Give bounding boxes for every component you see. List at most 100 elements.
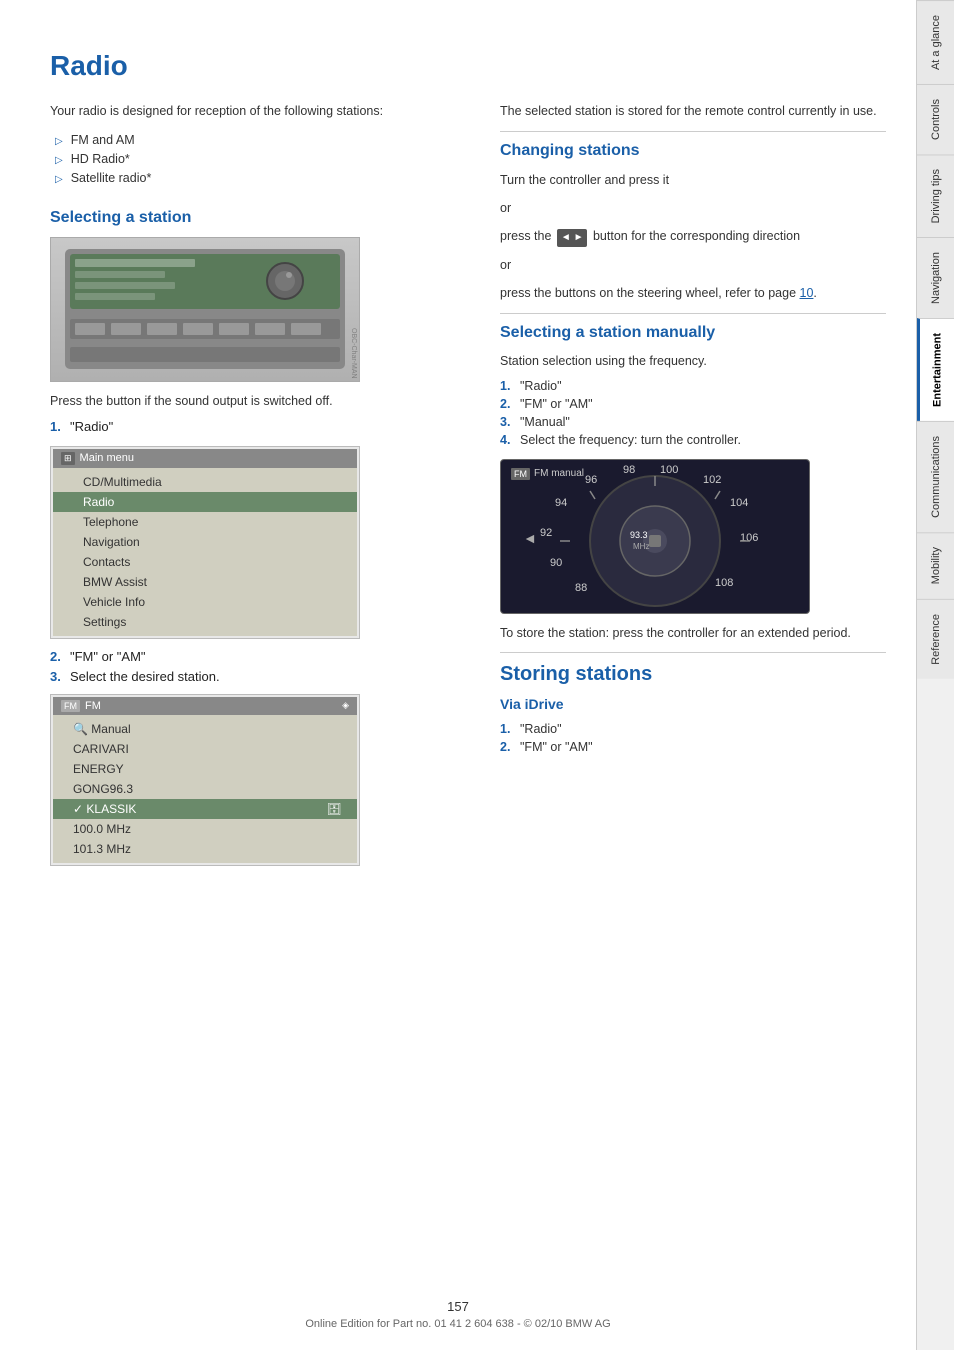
radio-device-image: OBC-Char-MAN [50, 237, 360, 382]
left-column: Your radio is designed for reception of … [50, 102, 470, 876]
fm-item: CARIVARI [53, 739, 357, 759]
svg-text:104: 104 [730, 497, 748, 509]
fm-dial-svg: 88 90 92 94 96 98 100 102 [505, 461, 805, 611]
radio-image-inner [51, 238, 359, 381]
page-wrapper: Radio Your radio is designed for recepti… [0, 0, 954, 1350]
svg-text:◄: ◄ [523, 530, 537, 546]
sidebar-item-navigation[interactable]: Navigation [917, 237, 954, 318]
menu-items-container: CD/Multimedia Radio Telephone Navigation… [53, 468, 357, 636]
fm-items-container: 🔍 Manual CARIVARI ENERGY GONG96.3 ✓ KLA [53, 715, 357, 863]
storing-stations-heading: Storing stations [500, 663, 886, 686]
steps-2-3: 2. "FM" or "AM" 3. Select the desired st… [50, 649, 470, 684]
storing-step-2: 2. "FM" or "AM" [500, 740, 886, 754]
stored-station-text: The selected station is stored for the r… [500, 102, 886, 121]
store-icon: 🗄 [327, 802, 342, 816]
page-title: Radio [50, 50, 886, 82]
menu-icon: ⊞ [61, 452, 75, 465]
footer-text: Online Edition for Part no. 01 41 2 604 … [305, 1318, 610, 1330]
scroll-icon: ◈ [342, 700, 349, 711]
sidebar-item-driving-tips[interactable]: Driving tips [917, 154, 954, 237]
sidebar: At a glance Controls Driving tips Naviga… [916, 0, 954, 1350]
change-line2: press the ◄ ► button for the correspondi… [500, 226, 886, 247]
step2-item: 2. "FM" or "AM" [50, 649, 470, 664]
fm-manual-icon: FM [511, 468, 530, 480]
sidebar-item-communications[interactable]: Communications [917, 421, 954, 532]
change-or2: or [500, 255, 886, 275]
sidebar-item-reference[interactable]: Reference [917, 599, 954, 679]
svg-text:98: 98 [623, 464, 635, 476]
fm-icon: FM [61, 700, 80, 712]
menu-item: Vehicle Info [53, 592, 357, 612]
divider2 [500, 313, 886, 314]
store-station-text: To store the station: press the controll… [500, 624, 886, 643]
sidebar-item-controls[interactable]: Controls [917, 84, 954, 154]
changing-stations-heading: Changing stations [500, 142, 886, 160]
change-line3: press the buttons on the steering wheel,… [500, 283, 886, 303]
fm-item-highlighted: ✓ KLASSIK 🗄 [53, 799, 357, 819]
menu-item: Telephone [53, 512, 357, 532]
fm-item: 🔍 Manual [53, 719, 357, 739]
svg-text:96: 96 [585, 474, 597, 486]
fm-manual-image: FM FM manual 88 [500, 459, 810, 614]
selecting-station-heading: Selecting a station [50, 209, 470, 227]
page-number: 157 [305, 1299, 610, 1314]
right-column: The selected station is stored for the r… [500, 102, 886, 876]
manual-intro: Station selection using the frequency. [500, 352, 886, 371]
change-or1: or [500, 198, 886, 218]
fm-title-bar: FM FM ◈ [53, 697, 357, 715]
intro-text: Your radio is designed for reception of … [50, 102, 470, 121]
sidebar-item-at-a-glance[interactable]: At a glance [917, 0, 954, 84]
manual-step-2: 2. "FM" or "AM" [500, 397, 886, 411]
fm-item: GONG96.3 [53, 779, 357, 799]
fm-item: 100.0 MHz [53, 819, 357, 839]
menu-title-bar: ⊞ Main menu [53, 449, 357, 468]
page-footer: 157 Online Edition for Part no. 01 41 2 … [305, 1299, 610, 1330]
bullet-list: ▷ FM and AM ▷ HD Radio* ▷ Satellite radi… [50, 133, 470, 185]
menu-item: BMW Assist [53, 572, 357, 592]
svg-text:93.3: 93.3 [630, 530, 648, 540]
manual-step-4: 4. Select the frequency: turn the contro… [500, 433, 886, 447]
direction-button: ◄ ► [557, 229, 588, 247]
via-idrive-heading: Via iDrive [500, 696, 886, 712]
svg-text:MHz: MHz [633, 542, 649, 551]
menu-item: Navigation [53, 532, 357, 552]
press-button-text: Press the button if the sound output is … [50, 392, 470, 411]
manual-step-3: 3. "Manual" [500, 415, 886, 429]
list-item: ▷ HD Radio* [55, 152, 470, 166]
arrow-icon: ▷ [55, 155, 63, 166]
selecting-manually-heading: Selecting a station manually [500, 324, 886, 342]
step3-item: 3. Select the desired station. [50, 669, 470, 684]
change-line1: Turn the controller and press it [500, 170, 886, 190]
svg-text:94: 94 [555, 497, 567, 509]
svg-text:106: 106 [740, 532, 758, 544]
fm-manual-title: FM FM manual [511, 468, 584, 480]
svg-text:102: 102 [703, 474, 721, 486]
radio-svg [55, 239, 355, 379]
manual-steps-list: 1. "Radio" 2. "FM" or "AM" 3. "Manual" 4… [500, 379, 886, 447]
arrow-icon: ▷ [55, 136, 63, 147]
storing-steps-list: 1. "Radio" 2. "FM" or "AM" [500, 722, 886, 754]
watermark-text: OBC-Char-MAN [350, 328, 357, 379]
divider3 [500, 652, 886, 653]
menu-item: Settings [53, 612, 357, 632]
main-content: Radio Your radio is designed for recepti… [0, 0, 916, 1350]
step1-item: 1. "Radio" [50, 419, 470, 434]
svg-text:90: 90 [550, 557, 562, 569]
menu-item-highlighted: Radio [53, 492, 357, 512]
main-menu-image: ⊞ Main menu CD/Multimedia Radio Telephon… [50, 446, 360, 639]
svg-text:100: 100 [660, 464, 678, 476]
svg-text:88: 88 [575, 582, 587, 594]
columns-layout: Your radio is designed for reception of … [50, 102, 886, 876]
fm-item: ENERGY [53, 759, 357, 779]
step1-list: 1. "Radio" [50, 419, 470, 434]
page-reference[interactable]: 10 [800, 286, 814, 300]
sidebar-item-entertainment[interactable]: Entertainment [917, 318, 954, 421]
svg-text:92: 92 [540, 527, 552, 539]
sidebar-item-mobility[interactable]: Mobility [917, 532, 954, 598]
fm-list-image: FM FM ◈ 🔍 Manual CARIVARI ENERGY [50, 694, 360, 866]
manual-step-1: 1. "Radio" [500, 379, 886, 393]
list-item: ▷ Satellite radio* [55, 171, 470, 185]
arrow-icon: ▷ [55, 174, 63, 185]
fm-item: 101.3 MHz [53, 839, 357, 859]
menu-item: CD/Multimedia [53, 472, 357, 492]
